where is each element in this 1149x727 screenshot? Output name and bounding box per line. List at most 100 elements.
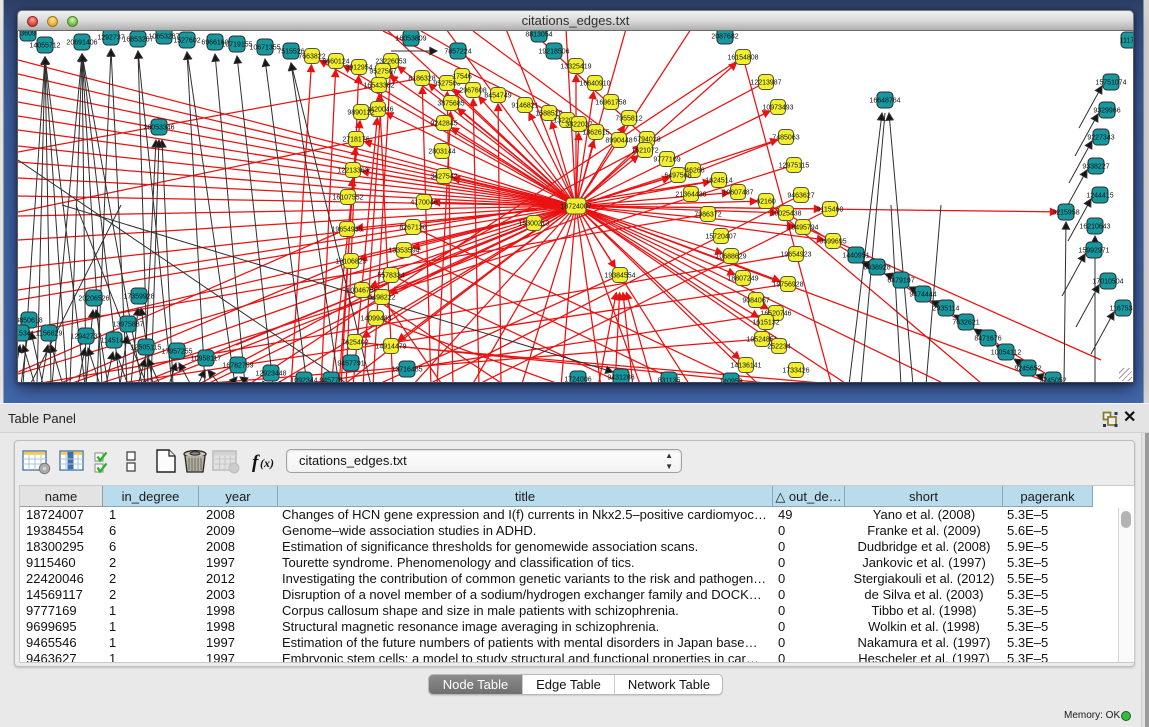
svg-text:5498222: 5498222 [368,294,395,301]
svg-text:1440951: 1440951 [842,252,869,259]
svg-text:7632621: 7632621 [952,319,979,326]
svg-text:12505115: 12505115 [131,344,162,351]
svg-text:1362615: 1362615 [582,129,609,136]
svg-text:9227343: 9227343 [1087,134,1114,141]
svg-text:12975115: 12975115 [779,162,810,169]
svg-text:13716485: 13716485 [391,366,422,373]
svg-text:17957255: 17957255 [161,348,192,355]
svg-text:9329966: 9329966 [1093,107,1120,114]
svg-text:12213363: 12213363 [337,167,368,174]
svg-text:1615132: 1615132 [752,319,779,326]
svg-text:8267130: 8267130 [399,224,426,231]
svg-text:1527602: 1527602 [173,37,200,44]
svg-text:20206526: 20206526 [78,295,109,302]
svg-text:19654923: 19654923 [780,251,811,258]
svg-text:10973493: 10973493 [762,104,793,111]
svg-text:5578334: 5578334 [377,272,404,279]
svg-text:9431286: 9431286 [607,374,634,381]
svg-text:10046756: 10046756 [346,287,377,294]
svg-text:21364436: 21364436 [675,191,706,198]
svg-text:10719155: 10719155 [221,41,252,48]
svg-text:9242845: 9242845 [430,120,457,127]
svg-text:1292737: 1292737 [97,34,124,41]
svg-text:9777169: 9777169 [653,156,680,163]
svg-text:6479197: 6479197 [887,277,914,284]
svg-text:16107552: 16107552 [332,194,363,201]
svg-text:9890122: 9890122 [347,109,374,116]
svg-text:8186328: 8186328 [408,75,435,82]
svg-text:1588520: 1588520 [535,110,562,117]
svg-text:945779: 945779 [319,377,342,383]
svg-text:2718176: 2718176 [342,136,369,143]
svg-text:9084067: 9084067 [742,297,769,304]
svg-text:16210643: 16210643 [1079,223,1110,230]
svg-text:7625402: 7625402 [341,339,368,346]
svg-text:1092344: 1092344 [290,377,317,383]
svg-text:15992971: 15992971 [1078,247,1109,254]
svg-text:9474444: 9474444 [909,291,936,298]
svg-text:13353594: 13353594 [388,247,419,254]
svg-text:3875685: 3875685 [437,100,464,107]
svg-text:17010504: 17010504 [1092,278,1123,285]
svg-text:14136141: 14136141 [730,362,761,369]
svg-text:1624514: 1624514 [705,177,732,184]
svg-text:14055712: 14055712 [29,42,60,49]
svg-text:7986372: 7986372 [694,211,721,218]
svg-text:3427542: 3427542 [430,173,457,180]
svg-text:1733426: 1733426 [782,367,809,374]
svg-text:17546: 17546 [452,73,472,80]
svg-text:9699695: 9699695 [819,238,846,245]
svg-text:3850618: 3850618 [18,317,43,324]
svg-text:13975887: 13975887 [112,321,143,328]
svg-text:10958117: 10958117 [191,355,222,362]
svg-text:62160: 62160 [756,198,776,205]
svg-text:10054112: 10054112 [991,349,1022,356]
svg-text:19756928: 19756928 [772,281,803,288]
svg-text:4170046: 4170046 [410,199,437,206]
svg-text:7857224: 7857224 [444,48,471,55]
svg-text:11172: 11172 [1120,37,1134,44]
svg-text:14099483: 14099483 [360,315,391,322]
svg-text:9115460: 9115460 [817,206,844,213]
svg-text:8813054: 8813054 [525,31,552,38]
svg-text:16961758: 16961758 [595,99,626,106]
svg-text:19218506: 19218506 [538,48,569,55]
svg-text:1156829: 1156829 [36,330,63,337]
svg-text:2967608: 2967608 [459,87,486,94]
svg-text:15751074: 15751074 [1095,79,1126,86]
svg-text:1724006: 1724006 [564,376,591,383]
svg-text:f: f [252,452,260,473]
svg-text:2935114: 2935114 [933,305,960,312]
svg-text:3915341: 3915341 [18,330,35,337]
svg-text:9245652: 9245652 [1014,365,1041,372]
svg-text:2803144: 2803144 [428,148,455,155]
svg-text:2087682: 2087682 [711,33,738,40]
svg-text:12942737: 12942737 [70,333,101,340]
svg-text:9527507: 9527507 [369,68,396,75]
svg-text:26053346: 26053346 [143,124,174,131]
svg-text:10025438: 10025438 [770,210,801,217]
svg-text:252234: 252234 [767,343,790,350]
svg-text:19384554: 19384554 [604,272,635,279]
svg-text:1244415: 1244415 [1086,192,1113,199]
svg-text:9245052: 9245052 [1039,377,1066,383]
svg-text:16782759: 16782759 [222,362,253,369]
svg-text:18724007: 18724007 [560,203,591,210]
svg-text:8938928: 8938928 [863,264,890,271]
svg-text:18495794: 18495794 [787,224,818,231]
svg-text:7485063: 7485063 [772,134,799,141]
svg-text:16648764: 16648764 [869,97,900,104]
svg-text:1167533: 1167533 [1110,305,1134,312]
svg-text:(x): (x) [260,456,274,470]
svg-text:10688629: 10688629 [715,253,746,260]
svg-text:9463627: 9463627 [787,192,814,199]
svg-text:9146821: 9146821 [511,102,538,109]
svg-text:9457791: 9457791 [337,360,364,367]
svg-text:13325419: 13325419 [560,63,591,70]
svg-text:3609: 3609 [20,31,36,37]
svg-text:15300213: 15300213 [518,220,549,227]
svg-text:19106825: 19106825 [335,258,366,265]
svg-text:18807249: 18807249 [727,275,758,282]
svg-text:10671355: 10671355 [249,44,280,51]
svg-text:1145149: 1145149 [101,337,128,344]
